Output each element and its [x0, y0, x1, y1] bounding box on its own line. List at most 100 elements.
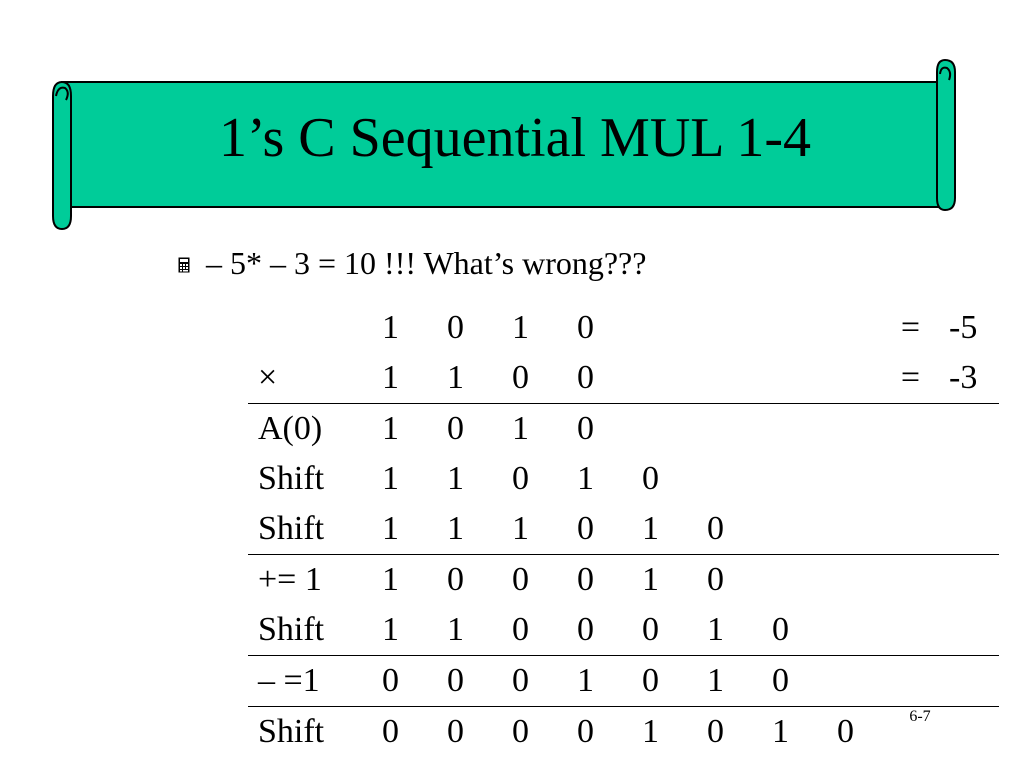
decimal-value [943, 504, 999, 555]
bit-cell: 1 [748, 706, 813, 757]
bit-cell: 1 [577, 460, 594, 497]
banner-left-roll [52, 80, 72, 231]
page-number: 6-7 [909, 708, 931, 725]
bit-cell [748, 353, 813, 404]
row-label: Shift [258, 510, 325, 547]
bit-cell [748, 403, 813, 454]
bit-cell: 1 [382, 359, 399, 396]
table-row: Shift 0 0 0 0 1 0 1 0 [248, 706, 999, 757]
row-label: += 1 [248, 554, 358, 605]
table-row: – =1 0 0 0 1 0 1 0 [248, 655, 999, 707]
bit-cell: 0 [772, 611, 789, 648]
table-row: += 1100010 [248, 554, 999, 605]
bit-cell: 0 [618, 655, 683, 707]
bit-cell: 0 [683, 554, 748, 605]
bit-cell: 0 [488, 554, 553, 605]
bit-cell [618, 353, 683, 404]
bit-cell [748, 554, 813, 605]
bit-cell [618, 403, 683, 454]
row-label [248, 303, 358, 353]
table-row: Shift 1 1 0 0 0 1 0 [248, 605, 999, 656]
bit-cell: 1 [512, 510, 529, 547]
bit-cell: 1 [447, 611, 464, 648]
calculator-icon [178, 257, 190, 273]
bit-cell [813, 403, 878, 454]
table-row: A(0) 1 0 1 0 [248, 403, 999, 454]
bit-cell: 1 [382, 510, 399, 547]
bit-cell: 0 [642, 460, 659, 497]
bit-cell: 1 [382, 460, 399, 497]
equals-sign [878, 655, 943, 707]
bit-cell: 1 [512, 309, 529, 346]
equals-sign [878, 454, 943, 504]
bit-cell: 0 [577, 309, 594, 346]
bit-cell: 1 [382, 309, 399, 346]
bit-cell: 0 [748, 655, 813, 707]
bit-cell: 0 [553, 403, 618, 454]
bit-cell: 1 [553, 655, 618, 707]
table-row: Shift 1 1 1 0 1 0 [248, 504, 999, 555]
bit-cell: 0 [553, 706, 618, 757]
bit-cell: 0 [577, 611, 594, 648]
bullet-item: – 5* – 3 = 10 !!! What’s wrong??? [178, 243, 646, 283]
table-row: 1 0 1 0 = -5 [248, 303, 999, 353]
row-label: Shift [248, 706, 358, 757]
bit-cell: 0 [488, 706, 553, 757]
bit-cell [813, 655, 878, 707]
bit-cell: 0 [358, 706, 423, 757]
equals-sign: = [900, 359, 921, 396]
bit-cell [813, 303, 878, 353]
bit-cell [813, 454, 878, 504]
bit-cell: 0 [577, 359, 594, 396]
bit-cell [683, 353, 748, 404]
bit-cell: 0 [512, 359, 529, 396]
decimal-value [943, 655, 999, 707]
multiplication-table: 1 0 1 0 = -5 × 1 1 0 0 = -3 A(0) 1 0 1 0 Shift 1 1 0 1 0 Shift 1 1… [248, 303, 999, 757]
bit-cell: 0 [577, 510, 594, 547]
table-row: Shift 1 1 0 1 0 [248, 454, 999, 504]
bit-cell: 0 [423, 403, 488, 454]
bit-cell: 0 [423, 655, 488, 707]
bit-cell [748, 454, 813, 504]
row-label: Shift [258, 460, 325, 497]
bit-cell: 0 [512, 460, 529, 497]
equals-sign [878, 605, 943, 656]
decimal-value [943, 706, 999, 757]
bit-cell: 1 [683, 655, 748, 707]
bit-cell: 1 [447, 460, 464, 497]
bit-cell: 1 [618, 706, 683, 757]
bit-cell: 0 [423, 554, 488, 605]
bit-cell: 0 [423, 706, 488, 757]
decimal-value: -3 [949, 359, 978, 396]
equals-sign: = [900, 309, 921, 346]
bit-cell [748, 504, 813, 555]
bit-cell: 1 [642, 510, 659, 547]
decimal-value [943, 605, 999, 656]
bit-cell: 1 [618, 554, 683, 605]
bit-cell: 1 [488, 403, 553, 454]
bit-cell [813, 353, 878, 404]
slide-title: 1’s C Sequential MUL 1-4 [218, 107, 812, 169]
bit-cell [683, 403, 748, 454]
bit-cell [683, 303, 748, 353]
decimal-value [943, 554, 999, 605]
bit-cell: 1 [447, 359, 464, 396]
decimal-value [943, 403, 999, 454]
row-label: Shift [258, 611, 325, 648]
bit-cell: 0 [642, 611, 659, 648]
bit-cell: 0 [683, 706, 748, 757]
bit-cell: 1 [447, 510, 464, 547]
equals-sign [878, 554, 943, 605]
bit-cell: 0 [358, 655, 423, 707]
bit-cell: 1 [358, 403, 423, 454]
bit-cell: 0 [707, 510, 724, 547]
bit-cell [683, 454, 748, 504]
bullet-text: – 5* – 3 = 10 !!! What’s wrong??? [206, 245, 647, 281]
bit-cell: 0 [553, 554, 618, 605]
decimal-value [943, 454, 999, 504]
bit-cell: 1 [707, 611, 724, 648]
bit-cell: 0 [488, 655, 553, 707]
bit-cell: 0 [813, 706, 878, 757]
bit-cell [813, 605, 878, 656]
equals-sign [878, 403, 943, 454]
